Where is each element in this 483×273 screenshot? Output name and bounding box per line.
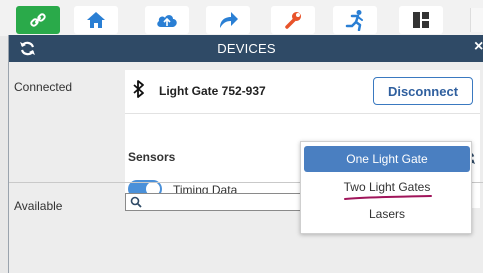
wrench-icon (285, 12, 301, 29)
disconnect-button[interactable]: Disconnect (373, 77, 473, 105)
close-icon[interactable]: × (474, 38, 483, 56)
home-icon (87, 12, 105, 28)
bluetooth-icon (133, 80, 144, 98)
home-button[interactable] (74, 6, 118, 34)
run-button[interactable] (333, 6, 377, 34)
sensor-type-dropdown: One Light Gate Two Light Gates Lasers (300, 141, 472, 234)
link-icon (30, 13, 46, 27)
option-one-light-gate[interactable]: One Light Gate (304, 146, 470, 172)
link-button[interactable] (16, 6, 60, 34)
toolbar-overflow (470, 8, 483, 32)
sensors-label: Sensors (128, 150, 176, 164)
share-button[interactable] (206, 6, 250, 34)
layout-icon (413, 12, 429, 28)
option-lasers[interactable]: Lasers (304, 201, 470, 227)
share-icon (220, 12, 238, 28)
running-icon (345, 10, 363, 31)
device-name: Light Gate 752-937 (159, 84, 266, 98)
panel-header: DEVICES × (9, 35, 483, 62)
annotation-underline (344, 195, 432, 200)
top-toolbar (0, 0, 483, 36)
card-divider (125, 113, 480, 114)
connected-label: Connected (14, 80, 73, 94)
available-label: Available (14, 199, 63, 213)
cloud-button[interactable] (145, 6, 189, 34)
search-icon (130, 196, 142, 208)
cloud-icon (157, 15, 177, 27)
search-input[interactable] (125, 193, 305, 211)
layout-button[interactable] (399, 6, 443, 34)
panel-title: DEVICES (217, 41, 276, 56)
tools-button[interactable] (271, 6, 315, 34)
